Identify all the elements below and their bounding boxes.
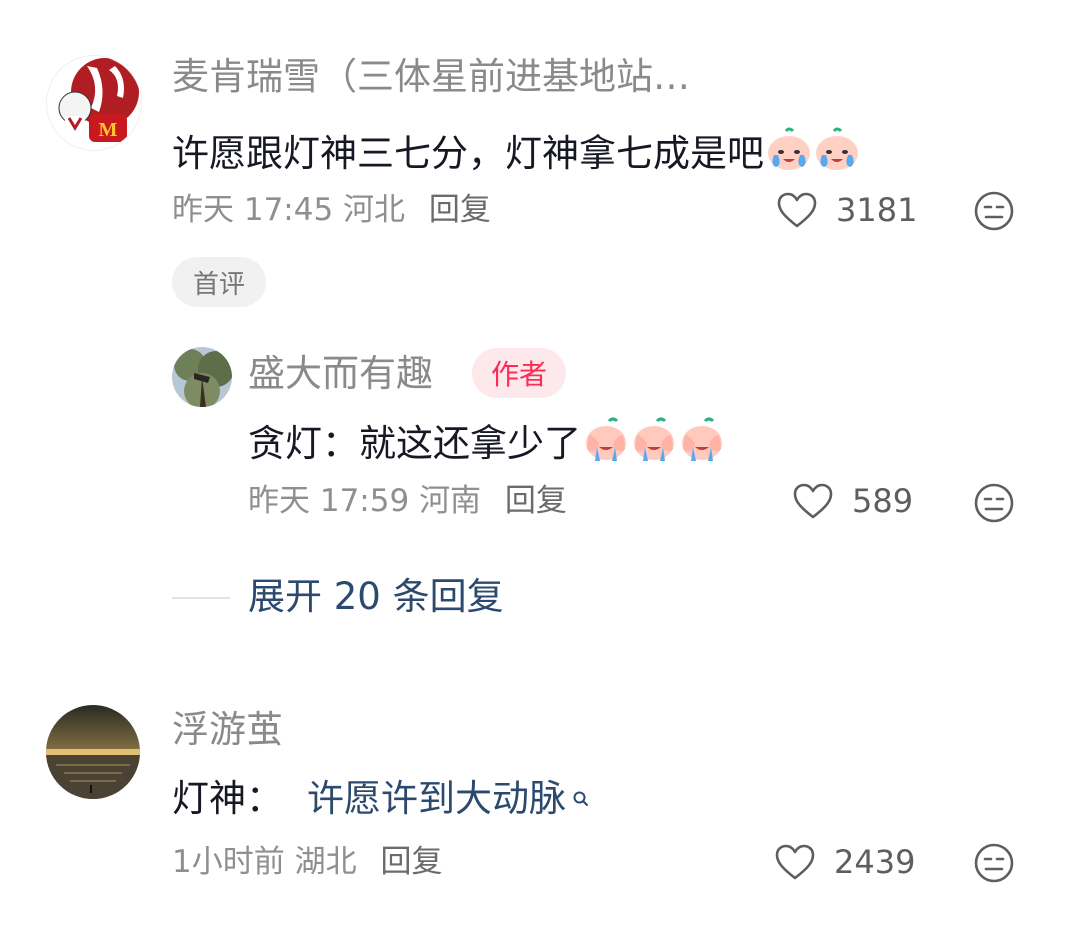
heart-icon (775, 844, 815, 880)
reply-username[interactable]: 盛大而有趣 (248, 355, 433, 392)
like-count: 589 (852, 482, 914, 520)
comment-location: 湖北 (294, 844, 357, 880)
dislike-button[interactable] (973, 842, 1015, 888)
like-button[interactable]: 2439 (774, 843, 915, 881)
reply-time: 昨天 17:59 (248, 483, 410, 519)
avatar-sunset[interactable] (46, 705, 140, 799)
reply-location: 河南 (419, 483, 482, 519)
like-button[interactable]: 589 (792, 482, 913, 520)
like-count: 3181 (836, 191, 918, 229)
dislike-button[interactable] (973, 190, 1015, 236)
expand-divider (172, 597, 230, 599)
comment-text-body: 许愿跟灯神三七分，灯神拿七成是吧 (172, 131, 764, 175)
expand-replies-button[interactable]: 展开 20 条回复 (248, 578, 504, 615)
reply-text: 贪灯：就这还拿少了 (248, 417, 725, 469)
search-icon (573, 791, 588, 806)
comment-location: 河北 (343, 192, 406, 228)
author-badge: 作者 (472, 348, 566, 398)
sobbing-emoji-icon (583, 417, 629, 469)
reply-button[interactable]: 回复 (505, 483, 567, 519)
meh-face-icon (974, 483, 1014, 523)
reply-meta: 昨天 17:59 河南 回复 (248, 486, 567, 517)
reply-button[interactable]: 回复 (429, 192, 491, 228)
comment-time: 1小时前 (172, 844, 285, 880)
dislike-button[interactable] (973, 482, 1015, 528)
sobbing-emoji-icon (631, 417, 677, 469)
heart-icon (793, 483, 833, 519)
sobbing-emoji-icon (679, 417, 725, 469)
meh-face-icon (974, 843, 1014, 883)
comment-meta: 昨天 17:45 河北 回复 (172, 195, 491, 226)
comment-text-prefix: 灯神： (172, 777, 283, 820)
crying-emoji-icon (766, 127, 812, 179)
comment-username[interactable]: 浮游茧 (172, 711, 283, 748)
meh-face-icon (974, 191, 1014, 231)
comment-meta: 1小时前 湖北 回复 (172, 847, 442, 878)
crying-emoji-icon (814, 127, 860, 179)
heart-icon (777, 192, 817, 228)
comment-text: 灯神： 许愿许到大动脉 (172, 780, 590, 817)
avatar-tree[interactable] (172, 347, 232, 407)
reply-button[interactable]: 回复 (380, 844, 442, 880)
comment-text: 许愿跟灯神三七分，灯神拿七成是吧 (172, 127, 860, 179)
like-button[interactable]: 3181 (776, 191, 917, 229)
comment-time: 昨天 17:45 (172, 192, 334, 228)
avatar-kfc[interactable]: M (46, 55, 142, 151)
comment-username[interactable]: 麦肯瑞雪（三体星前进基地站… (172, 58, 690, 95)
svg-text:M: M (99, 119, 118, 141)
reply-text-body: 贪灯：就这还拿少了 (248, 421, 581, 465)
like-count: 2439 (834, 843, 916, 881)
search-link[interactable]: 许愿许到大动脉 (307, 780, 566, 817)
first-comment-badge: 首评 (172, 257, 266, 307)
